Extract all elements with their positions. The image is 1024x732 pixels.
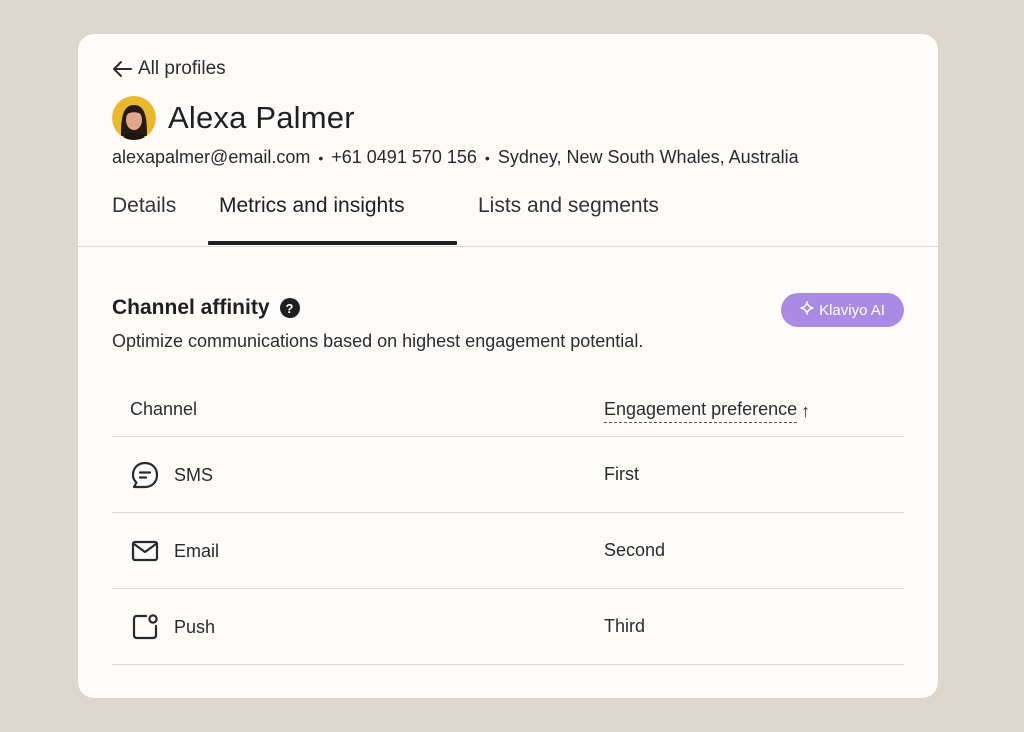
push-notification-icon: [130, 612, 160, 642]
tab-lists-and-segments[interactable]: Lists and segments: [478, 194, 659, 238]
table-header: Channel Engagement preference ↑: [112, 384, 904, 437]
channel-affinity-heading: Channel affinity ?: [112, 296, 300, 320]
tab-details[interactable]: Details: [112, 194, 176, 238]
table-row: SMS First: [112, 437, 904, 513]
mail-icon: [130, 536, 160, 566]
section-description: Optimize communications based on highest…: [112, 331, 644, 351]
channel-cell: Email: [130, 536, 219, 566]
profile-email: alexapalmer@email.com: [112, 147, 311, 167]
back-link-label: All profiles: [138, 58, 226, 79]
separator-dot: •: [318, 149, 324, 166]
active-tab-indicator: [208, 241, 457, 245]
profile-tabs: Details Metrics and insights Lists and s…: [78, 190, 938, 247]
back-to-all-profiles-link[interactable]: All profiles: [112, 58, 226, 80]
channel-name: Email: [174, 540, 220, 561]
profile-phone: +61 0491 570 156: [331, 147, 477, 167]
column-header-label: Engagement preference: [604, 399, 798, 423]
channel-name: SMS: [174, 464, 214, 485]
help-icon[interactable]: ?: [279, 298, 300, 318]
profile-header: Alexa Palmer: [112, 96, 355, 140]
sparkle-icon: [800, 301, 814, 319]
channel-cell: SMS: [130, 460, 213, 490]
ai-badge-label: Klaviyo AI: [819, 301, 885, 319]
sort-ascending-icon: ↑: [801, 400, 811, 421]
channel-cell: Push: [130, 612, 215, 642]
engagement-preference-value: First: [604, 464, 639, 484]
section-title: Channel affinity: [112, 296, 270, 319]
column-header-engagement-preference[interactable]: Engagement preference ↑: [604, 399, 810, 423]
profile-card: All profiles Alexa Palmer alexapalmer@em…: [78, 34, 938, 698]
channel-affinity-table: Channel Engagement preference ↑ SMS Firs…: [112, 384, 904, 665]
tab-metrics-and-insights[interactable]: Metrics and insights: [219, 194, 405, 238]
table-row: Email Second: [112, 513, 904, 589]
chat-bubble-icon: [130, 460, 160, 490]
engagement-preference-value: Second: [604, 540, 666, 560]
avatar[interactable]: [112, 96, 156, 140]
profile-location: Sydney, New South Whales, Australia: [497, 147, 799, 167]
channel-name: Push: [174, 616, 216, 637]
arrow-left-icon: [112, 60, 132, 78]
contact-details: alexapalmer@email.com • +61 0491 570 156…: [112, 147, 799, 168]
column-header-channel: Channel: [130, 399, 198, 419]
profile-name: Alexa Palmer: [168, 100, 355, 135]
klaviyo-ai-badge[interactable]: Klaviyo AI: [781, 293, 904, 327]
engagement-preference-value: Third: [604, 616, 646, 636]
separator-dot: •: [484, 149, 490, 166]
table-row: Push Third: [112, 589, 904, 665]
